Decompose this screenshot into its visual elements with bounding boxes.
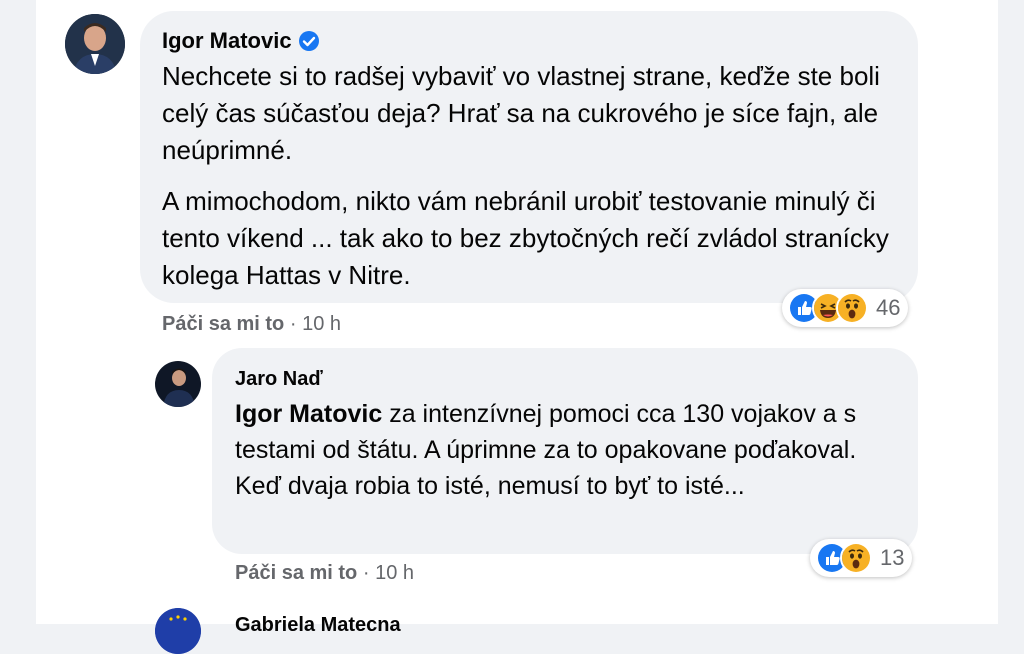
comment-author[interactable]: Igor Matovic (162, 28, 320, 54)
reaction-count: 46 (876, 295, 901, 320)
author-name[interactable]: Igor Matovic (162, 28, 292, 54)
comment-meta: Páči sa mi to · 10 h (162, 313, 341, 336)
avatar[interactable] (155, 361, 201, 407)
comment-paragraph: Nechcete si to radšej vybaviť vo vlastne… (162, 61, 880, 165)
avatar[interactable] (155, 608, 201, 654)
comment-author[interactable]: Gabriela Matecna (235, 614, 401, 637)
reaction-count: 13 (880, 545, 905, 570)
verified-badge-icon (298, 30, 320, 52)
mention-link[interactable]: Igor Matovic (235, 400, 382, 428)
wow-icon (836, 292, 868, 324)
reaction-summary[interactable]: 13 (810, 539, 913, 577)
comment-author[interactable]: Jaro Naď (235, 368, 323, 391)
reaction-summary[interactable]: 46 (782, 289, 909, 327)
comments-panel: Igor Matovic Nechcete si to radšej vybav… (36, 0, 998, 654)
eu-flag-icon (155, 608, 201, 654)
profile-photo (65, 14, 125, 74)
comment-meta: Páči sa mi to · 10 h (235, 562, 414, 585)
comment-text: Nechcete si to radšej vybaviť vo vlastne… (162, 58, 902, 294)
like-link[interactable]: Páči sa mi to (162, 313, 284, 335)
profile-photo (155, 361, 201, 407)
like-link[interactable]: Páči sa mi to (235, 562, 357, 584)
comment-time[interactable]: 10 h (302, 313, 341, 335)
wow-icon (840, 542, 872, 574)
avatar[interactable] (65, 14, 125, 74)
comment-paragraph: A mimochodom, nikto vám nebránil urobiť … (162, 186, 889, 290)
meta-separator: · (362, 562, 370, 584)
comment-text: Igor Matovic za intenzívnej pomoci cca 1… (235, 396, 885, 504)
meta-separator: · (289, 313, 297, 335)
comment-time[interactable]: 10 h (375, 562, 414, 584)
